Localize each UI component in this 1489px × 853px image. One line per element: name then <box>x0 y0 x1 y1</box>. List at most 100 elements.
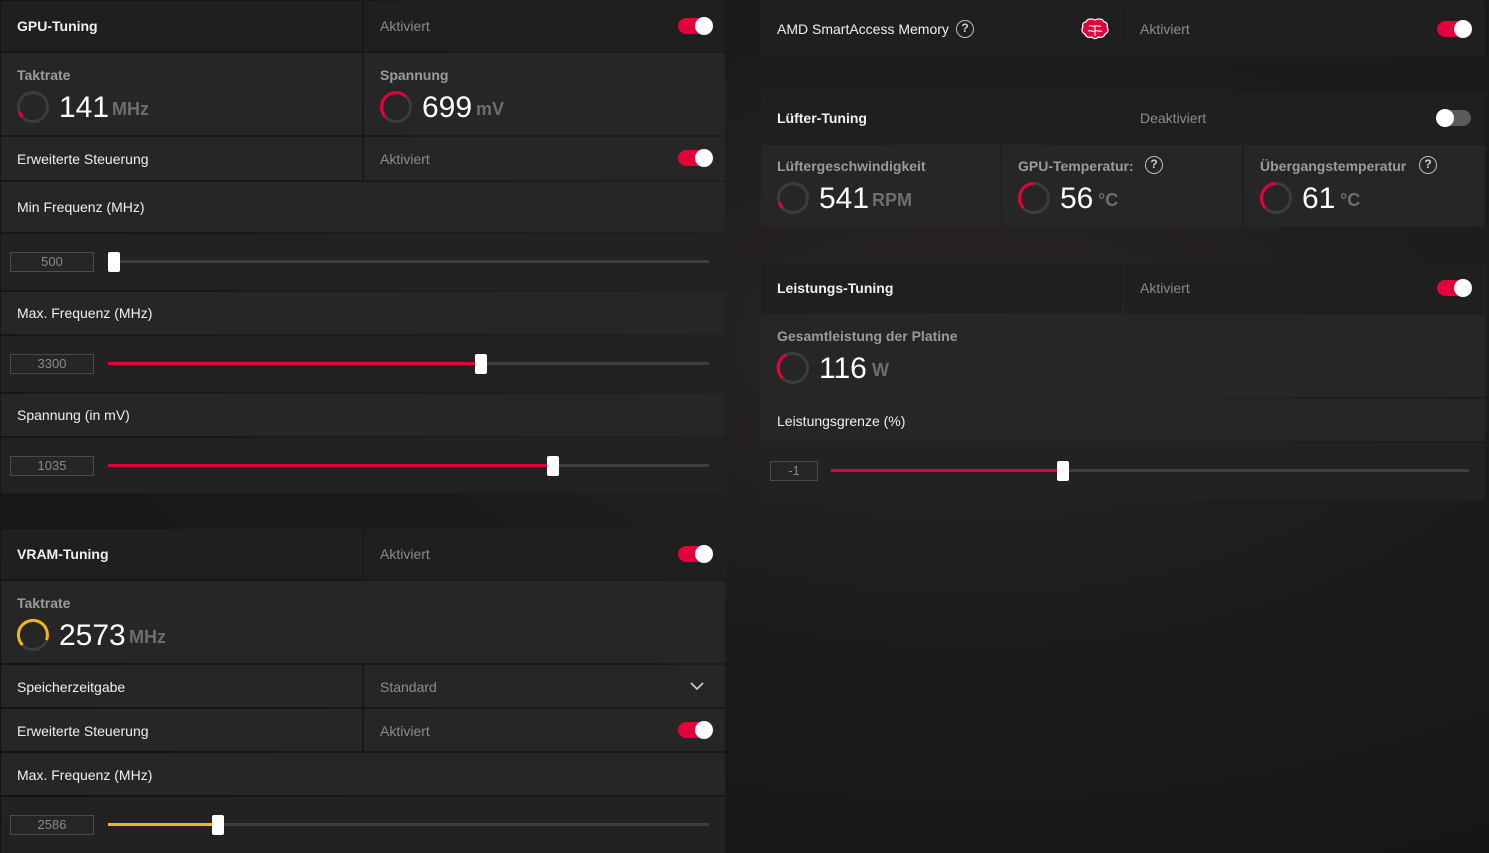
toggle-knob <box>1454 279 1472 297</box>
fan-tuning-header: Lüfter-Tuning <box>761 93 1122 143</box>
power-limit-label-row: Leistungsgrenze (%) <box>761 399 1485 441</box>
gpu-max-freq-label-row: Max. Frequenz (MHz) <box>1 292 725 334</box>
gpu-temp-gauge-icon <box>1018 182 1050 214</box>
vram-max-freq-thumb[interactable] <box>212 815 224 835</box>
fan-tuning-status-cell: Deaktiviert <box>1124 93 1485 143</box>
gpu-advanced-control-label: Erweiterte Steuerung <box>17 151 149 167</box>
board-power-unit: W <box>872 360 889 380</box>
gpu-advanced-control-row: Erweiterte Steuerung <box>1 137 362 180</box>
gpu-temp-value: 56 <box>1060 182 1094 215</box>
chevron-down-icon <box>690 682 704 691</box>
toggle-knob <box>1436 109 1454 127</box>
fan-speed-title: Lüftergeschwindigkeit <box>777 158 926 174</box>
help-icon[interactable]: ? <box>1145 156 1163 174</box>
gpu-advanced-control-status: Aktiviert <box>380 151 430 167</box>
gpu-tuning-toggle[interactable] <box>678 17 713 35</box>
help-icon[interactable]: ? <box>956 20 974 38</box>
gpu-max-freq-fill <box>108 362 481 365</box>
board-power-value: 116 <box>819 352 867 385</box>
vram-clock-gauge-icon <box>16 618 49 651</box>
memory-timing-row: Speicherzeitgabe <box>1 665 362 707</box>
gpu-min-freq-thumb[interactable] <box>108 252 120 272</box>
fan-tuning-panel: Lüfter-Tuning Deaktiviert Lüftergeschwin… <box>761 93 1485 227</box>
gpu-min-freq-input[interactable]: 500 <box>10 252 94 272</box>
vram-advanced-control-row: Erweiterte Steuerung <box>1 709 362 751</box>
vram-max-freq-label: Max. Frequenz (MHz) <box>17 767 153 783</box>
gpu-voltage-unit: mV <box>476 99 505 119</box>
toggle-knob <box>695 545 713 563</box>
smart-access-memory-label: AMD SmartAccess Memory <box>777 21 949 37</box>
gpu-voltage-fill <box>108 464 553 467</box>
vram-max-freq-fill <box>108 823 218 826</box>
vram-clock-value: 2573 <box>59 619 126 652</box>
gpu-max-freq-thumb[interactable] <box>475 354 487 374</box>
fan-speed-gauge-icon <box>777 182 809 214</box>
smart-access-memory-status-cell: Aktiviert <box>1124 1 1485 57</box>
gpu-voltage-label-row: Spannung (in mV) <box>1 394 725 436</box>
vram-tuning-toggle[interactable] <box>678 545 713 563</box>
power-tuning-title: Leistungs-Tuning <box>777 280 894 296</box>
gpu-temp-metric: GPU-Temperatur: ? 56 °C <box>1002 145 1242 227</box>
gpu-clock-value: 141 <box>59 91 110 124</box>
gpu-temp-unit: °C <box>1098 190 1119 210</box>
gpu-max-freq-slider-row: 3300 <box>1 336 725 392</box>
gpu-tuning-panel: GPU-Tuning Aktiviert Taktrate 141 MHz Sp… <box>1 1 725 493</box>
gpu-voltage-value: 699 <box>422 91 473 124</box>
smart-access-memory-toggle[interactable] <box>1437 20 1472 38</box>
fan-speed-unit: RPM <box>872 190 912 210</box>
board-power-title: Gesamtleistung der Platine <box>777 328 958 344</box>
memory-timing-value: Standard <box>380 679 437 695</box>
power-limit-input[interactable]: -1 <box>770 461 818 481</box>
toggle-knob <box>1454 20 1472 38</box>
vram-max-freq-label-row: Max. Frequenz (MHz) <box>1 753 725 795</box>
power-tuning-panel: Leistungs-Tuning Aktiviert Gesamtleistun… <box>761 263 1485 499</box>
gpu-tuning-status-cell: Aktiviert <box>364 1 725 51</box>
power-tuning-toggle[interactable] <box>1437 279 1472 297</box>
junction-temp-value: 61 <box>1302 182 1336 215</box>
vram-clock-metric: Taktrate 2573 MHz <box>1 581 725 663</box>
gpu-voltage-gauge-icon <box>380 91 412 123</box>
power-tuning-header: Leistungs-Tuning <box>761 263 1122 313</box>
smart-access-memory-panel: AMD SmartAccess Memory ? Aktiviert <box>761 1 1485 57</box>
vram-tuning-status-cell: Aktiviert <box>364 529 725 579</box>
gpu-clock-unit: MHz <box>112 99 149 119</box>
vram-tuning-header: VRAM-Tuning <box>1 529 362 579</box>
fan-speed-metric: Lüftergeschwindigkeit 541 RPM <box>761 145 1000 227</box>
gpu-voltage-thumb[interactable] <box>547 456 559 476</box>
power-tuning-status: Aktiviert <box>1140 280 1190 296</box>
gpu-clock-metric: Taktrate 141 MHz <box>1 53 362 135</box>
gpu-voltage-slider-label: Spannung (in mV) <box>17 407 130 423</box>
junction-temp-title: Übergangstemperatur <box>1260 158 1407 174</box>
vram-clock-title: Taktrate <box>17 595 71 611</box>
toggle-knob <box>695 149 713 167</box>
vram-advanced-control-status: Aktiviert <box>380 723 430 739</box>
junction-temp-gauge-icon <box>1260 182 1292 214</box>
vram-tuning-status: Aktiviert <box>380 546 430 562</box>
vram-advanced-control-toggle[interactable] <box>678 721 713 739</box>
vram-advanced-control-label: Erweiterte Steuerung <box>17 723 149 739</box>
gpu-min-freq-track[interactable] <box>108 260 709 263</box>
gpu-voltage-slider-row: 1035 <box>1 438 725 493</box>
gpu-tuning-status: Aktiviert <box>380 18 430 34</box>
power-limit-thumb[interactable] <box>1057 461 1069 481</box>
gpu-temp-title: GPU-Temperatur: <box>1018 158 1134 174</box>
gpu-tuning-title: GPU-Tuning <box>17 18 98 34</box>
gpu-clock-title: Taktrate <box>17 67 71 83</box>
fan-tuning-status: Deaktiviert <box>1140 110 1207 126</box>
smart-access-memory-label-cell: AMD SmartAccess Memory ? <box>761 1 1122 57</box>
gpu-clock-gauge-icon <box>17 91 49 123</box>
gpu-advanced-control-toggle[interactable] <box>678 149 713 167</box>
gpu-voltage-input[interactable]: 1035 <box>10 456 94 476</box>
gpu-min-freq-label-row: Min Frequenz (MHz) <box>1 182 725 232</box>
vram-max-freq-input[interactable]: 2586 <box>10 815 94 835</box>
vram-tuning-panel: VRAM-Tuning Aktiviert Taktrate 2573 MHz … <box>1 529 725 853</box>
gpu-advanced-control-status-cell: Aktiviert <box>364 137 725 180</box>
gpu-min-freq-label: Min Frequenz (MHz) <box>17 199 145 215</box>
memory-timing-dropdown[interactable]: Standard <box>364 665 725 707</box>
junction-temp-unit: °C <box>1340 190 1361 210</box>
fan-tuning-toggle[interactable] <box>1436 109 1471 127</box>
gpu-max-freq-input[interactable]: 3300 <box>10 354 94 374</box>
power-limit-fill <box>831 469 1063 472</box>
help-icon[interactable]: ? <box>1419 156 1437 174</box>
power-limit-label: Leistungsgrenze (%) <box>777 413 906 429</box>
